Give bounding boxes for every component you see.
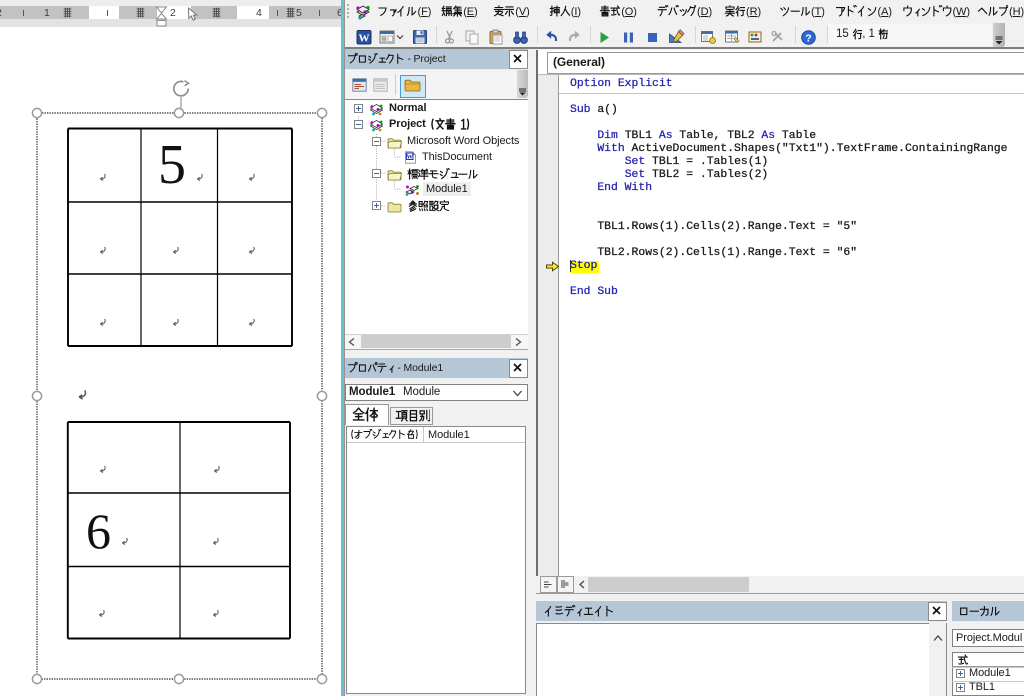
svg-text:W: W <box>359 33 370 45</box>
svg-text:W: W <box>407 153 414 160</box>
svg-text:?: ? <box>805 33 811 45</box>
